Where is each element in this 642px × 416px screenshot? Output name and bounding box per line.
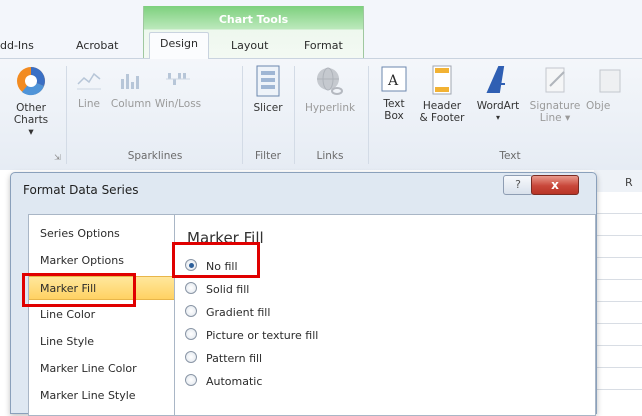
close-button[interactable]: x [531,175,579,195]
tab-add-ins[interactable]: dd-Ins [0,39,34,52]
filter-group-label: Filter [254,150,281,162]
radio-icon[interactable] [185,328,197,340]
signature-line-button[interactable]: Signature Line ▾ [524,64,586,124]
ribbon-separator [242,66,243,164]
slicer-label: Slicer [253,102,283,114]
worksheet-grid[interactable] [594,192,642,405]
sparkline-line-button[interactable]: Line [72,64,106,110]
object-icon [599,69,621,93]
column-label: Column [110,98,152,110]
option-gradient-fill[interactable]: Gradient fill [185,304,270,322]
globe-link-icon [317,67,343,95]
object-button[interactable]: Obje [586,64,642,112]
radio-icon[interactable] [185,374,197,386]
column-header-r[interactable]: R [625,176,633,189]
sparklines-group-label: Sparklines [127,150,183,162]
help-button[interactable]: ? [503,175,533,195]
option-pattern-fill[interactable]: Pattern fill [185,350,262,368]
sparkline-win-loss-button[interactable]: Win/Loss [152,64,204,110]
annotation-highlight-marker-fill [22,273,136,307]
header-footer-label: Header & Footer [419,100,465,124]
svg-text:A: A [387,73,399,89]
ribbon-separator [294,66,295,164]
signature-pen-icon [545,67,565,93]
object-label: Obje [586,100,611,112]
text-group-label: Text [499,150,521,162]
win-loss-label: Win/Loss [154,98,202,110]
text-box-label: Text Box [383,98,405,122]
column-sparkline-icon [121,74,139,89]
win-loss-sparkline-icon [166,73,190,85]
nav-item-marker-line-color[interactable]: Marker Line Color [29,357,174,381]
wordart-label: WordArt [476,100,520,112]
option-label: Solid fill [206,283,250,296]
links-group-label: Links [316,150,344,162]
radio-icon[interactable] [185,351,197,363]
tab-format[interactable]: Format [304,39,343,52]
slicer-icon [256,65,280,97]
chart-tools-title: Chart Tools [218,13,289,26]
nav-item-series-options[interactable]: Series Options [29,222,174,246]
nav-item-marker-options[interactable]: Marker Options [29,249,174,273]
nav-item-line-style[interactable]: Line Style [29,330,174,354]
annotation-highlight-no-fill [172,242,260,278]
line-sparkline-icon [77,72,101,90]
dialog-launcher-icon[interactable]: ⇲ [54,153,61,162]
option-solid-fill[interactable]: Solid fill [185,281,249,299]
other-charts-button[interactable]: Other Charts ▾ [4,64,58,138]
radio-icon[interactable] [185,282,197,294]
dialog-category-list: Series Options Marker Options Marker Fil… [28,214,175,416]
header-footer-icon [432,65,452,95]
dialog-title: Format Data Series [23,183,139,197]
nav-item-marker-line-style[interactable]: Marker Line Style [29,384,174,408]
signature-line-label: Signature Line ▾ [529,100,581,124]
option-label: Pattern fill [206,352,263,365]
option-label: Automatic [206,375,263,388]
option-picture-texture-fill[interactable]: Picture or texture fill [185,327,318,345]
text-box-icon: A [381,66,407,92]
header-footer-button[interactable]: Header & Footer [414,64,470,124]
radio-icon[interactable] [185,305,197,317]
sparkline-column-button[interactable]: Column [108,64,154,110]
option-label: Picture or texture fill [206,329,319,342]
option-automatic[interactable]: Automatic [185,373,262,391]
slicer-button[interactable]: Slicer [246,64,290,114]
wordart-button[interactable]: WordArt ▾ [470,64,526,124]
tab-design[interactable]: Design [149,32,209,59]
line-label: Line [78,98,100,110]
hyperlink-label: Hyperlink [304,102,356,114]
other-charts-label: Other Charts ▾ [13,102,49,138]
column-header-bar [594,170,642,193]
wordart-dropdown-arrow: ▾ [495,113,500,122]
text-box-button[interactable]: A Text Box [374,64,414,122]
tab-acrobat[interactable]: Acrobat [76,39,118,52]
wordart-icon [486,66,505,93]
option-label: Gradient fill [206,306,271,319]
pie-chart-icon [17,67,45,96]
hyperlink-button[interactable]: Hyperlink [298,64,362,114]
ribbon-separator [368,66,369,164]
tab-layout[interactable]: Layout [231,39,268,52]
ribbon-separator [66,66,67,164]
